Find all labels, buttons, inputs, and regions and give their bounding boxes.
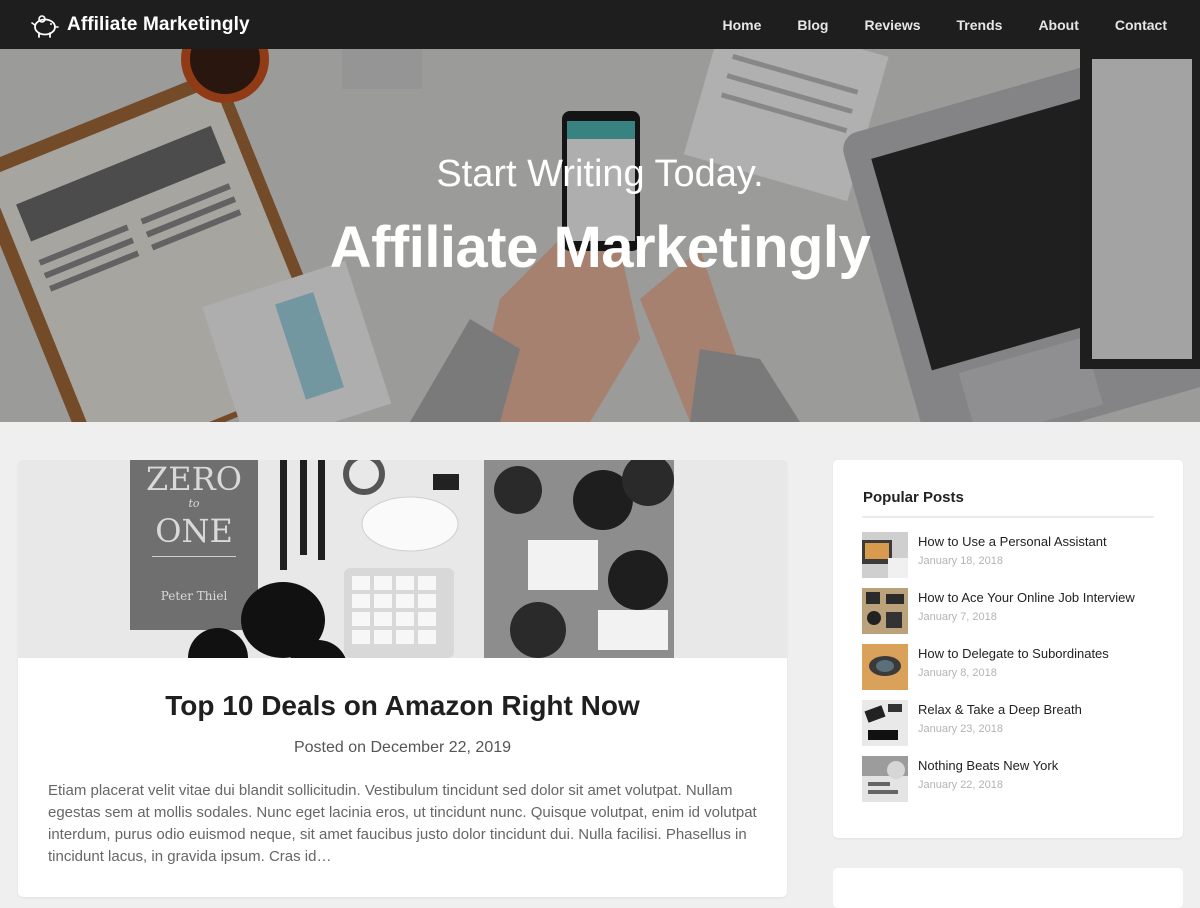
nav-about[interactable]: About: [1038, 17, 1078, 33]
post-thumbnail[interactable]: [862, 756, 908, 802]
top-navbar: Affiliate Marketingly Home Blog Reviews …: [0, 0, 1200, 49]
popular-post-date: January 23, 2018: [918, 723, 1004, 735]
popular-posts-widget: Popular Posts How to Use a Personal Assi…: [833, 460, 1183, 838]
popular-post-title[interactable]: Nothing Beats New York: [918, 758, 1058, 773]
nav-home[interactable]: Home: [722, 17, 761, 33]
popular-post-item[interactable]: Nothing Beats New York January 22, 2018: [862, 756, 1162, 802]
post-featured-image[interactable]: ZERO to ONE Peter Thiel: [18, 460, 787, 658]
site-name: Affiliate Marketingly: [67, 13, 250, 35]
brand-link[interactable]: Affiliate Marketingly: [30, 0, 250, 49]
hero-banner: Start Writing Today. Affiliate Marketing…: [0, 49, 1200, 422]
widget-divider: [862, 516, 1154, 518]
nav-trends[interactable]: Trends: [957, 17, 1003, 33]
popular-post-date: January 7, 2018: [918, 611, 997, 623]
post-thumbnail[interactable]: [862, 588, 908, 634]
nav-contact[interactable]: Contact: [1115, 17, 1167, 33]
popular-post-item[interactable]: How to Ace Your Online Job Interview Jan…: [862, 588, 1162, 634]
popular-post-item[interactable]: Relax & Take a Deep Breath January 23, 2…: [862, 700, 1162, 746]
popular-post-title[interactable]: How to Ace Your Online Job Interview: [918, 590, 1135, 605]
nav-reviews[interactable]: Reviews: [864, 17, 920, 33]
popular-post-item[interactable]: How to Use a Personal Assistant January …: [862, 532, 1162, 578]
popular-post-date: January 22, 2018: [918, 779, 1004, 791]
popular-post-title[interactable]: Relax & Take a Deep Breath: [918, 702, 1082, 717]
nav-blog[interactable]: Blog: [797, 17, 828, 33]
post-thumbnail[interactable]: [862, 700, 908, 746]
popular-post-item[interactable]: How to Delegate to Subordinates January …: [862, 644, 1162, 690]
post-date: Posted on December 22, 2019: [293, 739, 512, 756]
book-title-line2: to: [188, 497, 199, 510]
popular-post-date: January 8, 2018: [918, 667, 997, 679]
book-author: Peter Thiel: [161, 589, 228, 603]
post-thumbnail[interactable]: [862, 532, 908, 578]
post-excerpt: Etiam placerat velit vitae dui blandit s…: [48, 782, 757, 865]
popular-post-title[interactable]: How to Use a Personal Assistant: [918, 534, 1107, 549]
main-nav: Home Blog Reviews Trends About Contact: [704, 0, 1185, 49]
popular-post-date: January 18, 2018: [918, 555, 1004, 567]
hero-title: Affiliate Marketingly: [329, 215, 871, 280]
book-title-line1: ZERO: [146, 460, 242, 498]
secondary-widget: [833, 868, 1183, 908]
post-thumbnail[interactable]: [862, 644, 908, 690]
post-card: ZERO to ONE Peter Thiel Top 10 Deals on …: [18, 460, 787, 897]
widget-title: Popular Posts: [863, 489, 964, 506]
popular-post-title[interactable]: How to Delegate to Subordinates: [918, 646, 1109, 661]
hero-subtitle: Start Writing Today.: [436, 153, 764, 195]
post-title-link[interactable]: Top 10 Deals on Amazon Right Now: [18, 690, 787, 722]
book-title-line3: ONE: [155, 512, 233, 550]
piggy-bank-icon: [30, 10, 60, 40]
